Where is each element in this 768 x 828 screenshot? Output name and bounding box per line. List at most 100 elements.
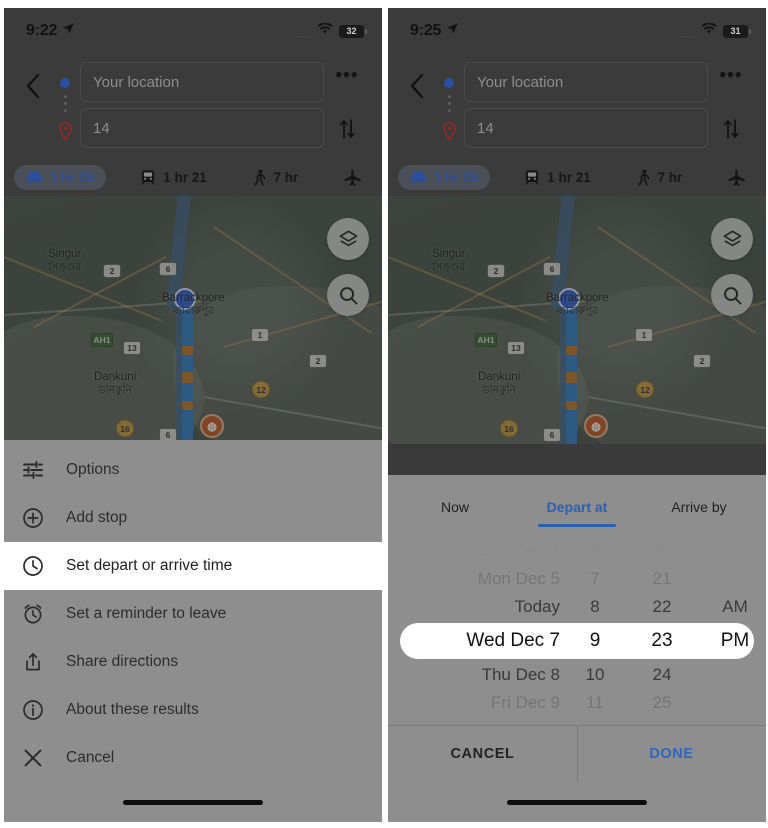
status-bar-time: 9:22 [26,22,58,39]
kebab-menu-icon[interactable]: ••• [336,66,359,85]
origin-dot-icon [60,78,70,88]
origin-input[interactable]: Your location [80,62,324,102]
sheet-item-set-reminder-to-leave-label: Set a reminder to leave [66,605,227,622]
battery-level: 31 [730,26,741,36]
mode-tab-transit[interactable]: 1 hr 21 [514,164,601,190]
kebab-menu-icon[interactable]: ••• [720,66,743,85]
wheel-row[interactable]: Fri Dec 9 11 25 [396,689,758,717]
travel-mode-tabs: 1 hr 25 1 hr 21 7 hr [4,158,382,196]
mode-tab-flight[interactable] [333,164,372,191]
location-arrow-icon [62,22,75,40]
wheel-row[interactable]: Thu Dec 8 10 24 [396,661,758,689]
mode-tab-transit[interactable]: 1 hr 21 [130,164,217,190]
signal-dots-icon: .... [296,29,311,39]
status-bar-indicators: .... 32 [296,22,367,40]
tab-depart-at[interactable]: Depart at [516,499,638,527]
origin-input[interactable]: Your location [464,62,708,102]
destination-input[interactable]: 14 [464,108,708,148]
mode-tab-driving[interactable]: 1 hr 25 [398,164,490,190]
route-options-sheet: Options Add stop Set depart or arrive ti… [4,440,382,822]
route-fields: Your location 14 [80,58,324,148]
mode-tab-driving-label: 1 hr 25 [50,169,94,185]
info-icon [22,699,66,721]
wheel-date-cell: Fri Dec 9 [491,693,560,712]
route-fields: Your location 14 [464,58,708,148]
sheet-item-add-stop-label: Add stop [66,509,128,526]
tab-now[interactable]: Now [394,499,516,527]
directions-search-header: Your location 14 ••• [4,54,382,158]
back-button[interactable] [16,58,50,114]
destination-pin-icon [58,122,73,146]
wheel-row[interactable]: Mon Dec 5 7 21 [396,565,758,593]
wheel-minute-cell: 21 [652,569,672,588]
sheet-item-share-directions[interactable]: Share directions [4,638,382,686]
route-pin-column [434,58,464,146]
status-bar-time: 9:25 [410,22,442,39]
done-button[interactable]: DONE [577,746,766,762]
tab-now-label: Now [440,499,469,515]
home-indicator [388,782,766,822]
status-bar: 9:22 .... 32 [4,8,382,54]
wheel-date-cell: Thu Dec 8 [481,665,560,684]
mode-tab-walking[interactable]: 7 hr [626,164,693,191]
sheet-item-set-depart-or-arrive-time-label: Set depart or arrive time [66,557,233,574]
directions-search-header: Your location 14 ••• [388,54,766,158]
mode-tab-walking[interactable]: 7 hr [242,164,309,191]
wheel-minute-cell: 20 [652,541,672,560]
sheet-item-options[interactable]: Options [4,446,382,494]
picker-tabs: Now Depart at Arrive by [388,475,766,527]
wheel-date-cell: Sun Dec 4 [480,541,560,560]
wifi-icon [317,22,333,40]
destination-input[interactable]: 14 [80,108,324,148]
sheet-item-about-these-results[interactable]: About these results [4,686,382,734]
sheet-item-options-label: Options [66,461,120,478]
wheel-row-selected[interactable]: Wed Dec 7 9 23 PM [400,623,754,659]
mode-tab-transit-label: 1 hr 21 [547,169,591,185]
sheet-item-add-stop[interactable]: Add stop [4,494,382,542]
sheet-item-set-depart-or-arrive-time[interactable]: Set depart or arrive time [4,542,382,590]
origin-input-value: Your location [93,73,180,91]
signal-dots-icon: .... [680,29,695,39]
wheel-minute-cell: 22 [652,597,672,616]
wheel-date-cell-selected: Wed Dec 7 [466,630,560,651]
destination-pin-icon [442,122,457,146]
right-phone-screenshot: 9:25 .... 31 Your location 14 ••• 1 hr 2… [388,8,766,822]
wheel-date-cell: Mon Dec 5 [477,569,560,588]
map-canvas[interactable]: Singur সিঙ্গুর Barrackpore ব্যারাকপুর Da… [388,196,766,444]
swap-vertical-icon[interactable] [723,118,740,145]
left-phone-screenshot: 9:22 .... 32 Your location 14 ••• 1 hr 2… [4,8,382,822]
sheet-item-share-directions-label: Share directions [66,653,179,670]
mode-tab-flight[interactable] [717,164,756,191]
back-chevron-icon [26,73,40,99]
tab-depart-at-label: Depart at [546,499,608,515]
datetime-wheels[interactable]: Sun Dec 4 6 20 Mon Dec 5 7 21 Today 8 22… [388,527,766,725]
wheel-row[interactable]: Sat Dec 10 12 26 [396,717,758,725]
wheel-hour-cell: 10 [585,665,605,684]
cancel-button[interactable]: CANCEL [388,746,577,762]
map-canvas[interactable]: Singur সিঙ্গুর Barrackpore ব্যারাকপুর Da… [4,196,382,444]
header-right-controls: ••• [708,58,754,145]
mode-tab-walking-label: 7 hr [273,169,299,185]
mode-tab-walking-label: 7 hr [657,169,683,185]
wheel-hour-cell: 12 [564,721,626,725]
action-separator [577,726,578,782]
mode-tab-driving[interactable]: 1 hr 25 [14,164,106,190]
tab-arrive-by[interactable]: Arrive by [638,499,760,527]
back-button[interactable] [400,58,434,114]
home-indicator [4,782,382,822]
swap-vertical-icon[interactable] [339,118,356,145]
alarm-icon [22,603,66,625]
wheel-row[interactable]: Today 8 22 AM [396,593,758,621]
depart-time-picker-sheet: Now Depart at Arrive by Sun Dec 4 6 20 M [388,475,766,822]
battery-level: 32 [346,26,357,36]
wheel-ampm-cell: AM [722,597,748,616]
sheet-item-cancel[interactable]: Cancel [4,734,382,782]
wheel-minute-cell-selected: 23 [651,630,673,651]
sheet-item-set-reminder-to-leave[interactable]: Set a reminder to leave [4,590,382,638]
wheel-row[interactable]: Sun Dec 4 6 20 [396,537,758,565]
destination-input-value: 14 [477,119,494,137]
route-dots-icon [63,95,67,112]
share-icon [22,651,66,673]
add-circle-icon [22,507,66,529]
battery-icon: 31 [723,24,751,38]
